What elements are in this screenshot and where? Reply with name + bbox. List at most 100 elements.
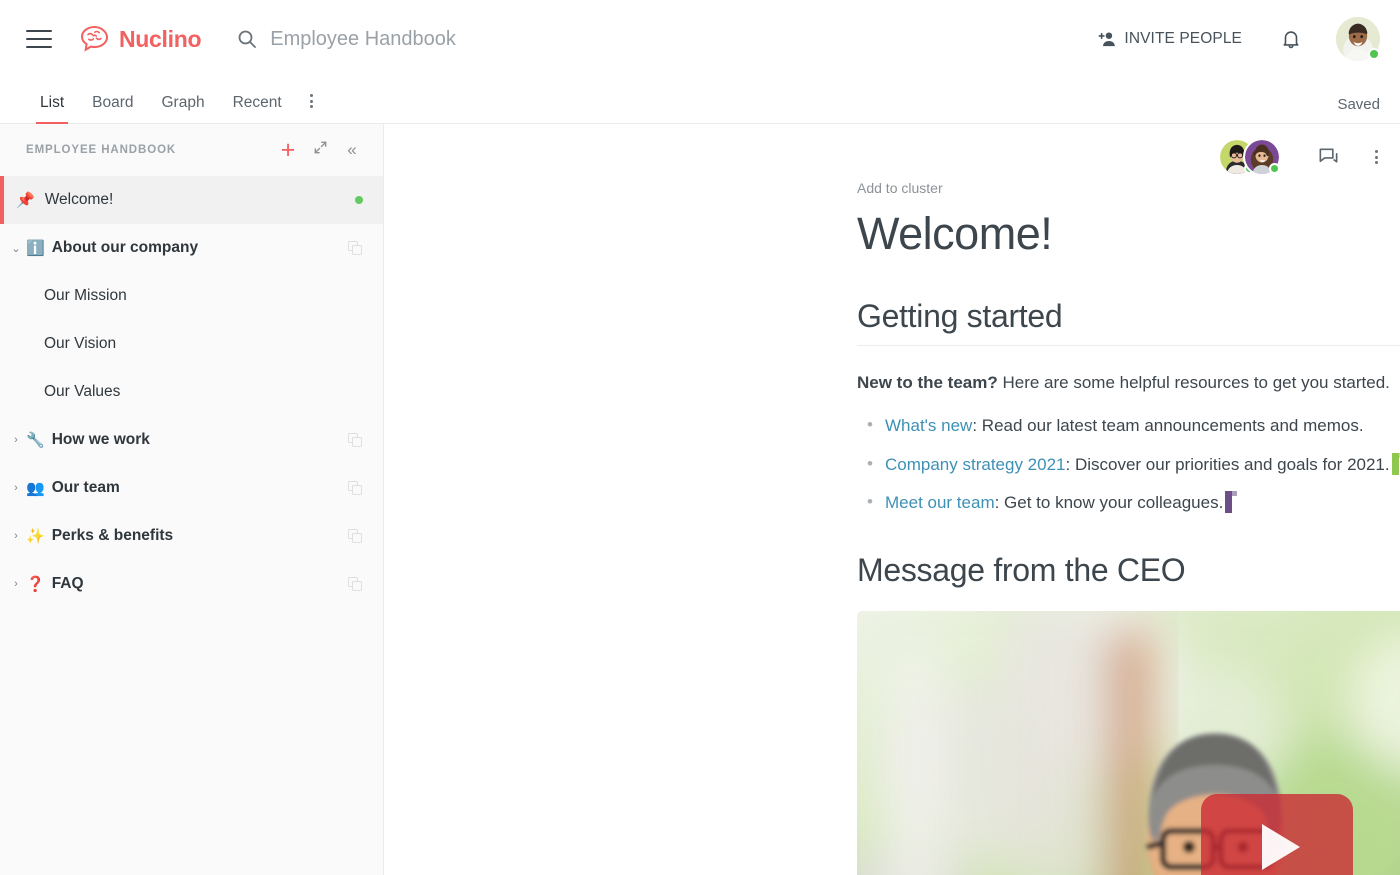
- sidebar-item-welcome[interactable]: 📌 Welcome!: [0, 176, 383, 224]
- cluster-icon: [348, 576, 363, 592]
- info-emoji-icon: ℹ️: [26, 239, 45, 257]
- sidebar-item-how-we-work[interactable]: › 🔧 How we work: [0, 416, 383, 464]
- intro-paragraph: New to the team? Here are some helpful r…: [857, 370, 1400, 396]
- play-button-icon[interactable]: [1201, 794, 1353, 875]
- cluster-icon: [348, 240, 363, 256]
- section-heading-getting-started: Getting started: [857, 298, 1400, 346]
- sidebar-item-label: Welcome!: [44, 191, 114, 208]
- user-avatar[interactable]: [1336, 17, 1380, 61]
- nuclino-logo[interactable]: Nuclino: [78, 25, 202, 53]
- list-item: Company strategy 2021: Discover our prio…: [857, 451, 1400, 478]
- expand-icon: [313, 140, 328, 160]
- link-whats-new[interactable]: What's new: [885, 416, 972, 435]
- document-toolbar: [1218, 138, 1382, 181]
- chevron-right-icon[interactable]: ›: [8, 578, 24, 590]
- sidebar-item-label: Perks & benefits: [51, 527, 174, 544]
- workspace-body: EMPLOYEE HANDBOOK + « 📌 Welcome! ⌄ ℹ️ Ab…: [0, 124, 1400, 875]
- sidebar-item-faq[interactable]: › ❓ FAQ: [0, 560, 383, 608]
- person-plus-icon: [1098, 30, 1117, 49]
- play-triangle: [1262, 824, 1300, 871]
- document-more-options-icon[interactable]: [1371, 146, 1382, 168]
- sidebar-item-label: Our Mission: [44, 287, 127, 304]
- collaborator-avatar-2[interactable]: [1243, 138, 1281, 176]
- sidebar-item-label: Our Values: [44, 383, 121, 400]
- brain-bubble-icon: [78, 25, 112, 53]
- cluster-icon: [348, 480, 363, 496]
- sidebar-item-our-vision[interactable]: Our Vision: [0, 320, 383, 368]
- sidebar-item-label: How we work: [51, 431, 150, 448]
- chevron-double-left-icon: «: [347, 140, 357, 159]
- sidebar-item-our-mission[interactable]: Our Mission: [0, 272, 383, 320]
- chevron-right-icon[interactable]: ›: [8, 482, 24, 494]
- cluster-icon: [348, 432, 363, 448]
- sidebar-item-perks-and-benefits[interactable]: › ✨ Perks & benefits: [0, 512, 383, 560]
- sidebar-item-label: About our company: [51, 239, 199, 256]
- search-value: Employee Handbook: [270, 27, 456, 50]
- page-title: Welcome!: [857, 208, 1053, 259]
- sidebar-item-indicator: [355, 196, 363, 204]
- tab-list[interactable]: List: [26, 94, 78, 124]
- collaborator-cursor-purple: [1225, 490, 1238, 513]
- hamburger-menu-icon[interactable]: [26, 30, 52, 48]
- wrench-emoji-icon: 🔧: [26, 431, 45, 449]
- sidebar-title: EMPLOYEE HANDBOOK: [26, 144, 177, 156]
- section-heading-message-from-the-ceo: Message from the CEO: [857, 552, 1186, 589]
- sidebar-item-label: Our Vision: [44, 335, 117, 352]
- status-dot-online: [1269, 163, 1280, 174]
- chevron-down-icon[interactable]: ⌄: [8, 242, 24, 255]
- tab-graph[interactable]: Graph: [148, 94, 219, 123]
- ceo-video-embed[interactable]: [857, 611, 1400, 875]
- sidebar-item-our-values[interactable]: Our Values: [0, 368, 383, 416]
- top-bar: Nuclino Employee Handbook INVITE PEOPLE: [0, 0, 1400, 78]
- search-icon: [237, 29, 257, 49]
- green-dot-icon: [355, 196, 363, 204]
- document-pane: Add to cluster Welcome! Getting started …: [384, 124, 1400, 875]
- sidebar-item-indicator: [348, 240, 363, 256]
- invite-people-label: INVITE PEOPLE: [1124, 30, 1242, 47]
- link-company-strategy-2021[interactable]: Company strategy 2021: [885, 455, 1066, 474]
- sidebar-item-label: FAQ: [51, 575, 84, 592]
- add-to-cluster-button[interactable]: Add to cluster: [857, 180, 1400, 196]
- pin-icon: 📌: [16, 192, 35, 209]
- search-input[interactable]: Employee Handbook: [237, 28, 1098, 51]
- chevron-right-icon[interactable]: ›: [8, 530, 24, 542]
- intro-bold-text: New to the team?: [857, 372, 998, 392]
- sidebar-item-indicator: [348, 576, 363, 592]
- tab-board[interactable]: Board: [78, 94, 147, 123]
- sidebar-item-our-team[interactable]: › 👥 Our team: [0, 464, 383, 512]
- invite-people-button[interactable]: INVITE PEOPLE: [1098, 30, 1242, 49]
- tab-more-options-icon[interactable]: [296, 94, 323, 123]
- intro-rest-text: Here are some helpful resources to get y…: [997, 372, 1390, 392]
- expand-button[interactable]: [307, 137, 333, 163]
- sparkles-emoji-icon: ✨: [26, 527, 45, 545]
- notifications-bell-icon[interactable]: [1280, 28, 1302, 50]
- nuclino-app: Nuclino Employee Handbook INVITE PEOPLE: [0, 0, 1400, 875]
- status-dot-online: [1368, 48, 1380, 60]
- document-content: Add to cluster Welcome! Getting started …: [384, 124, 1400, 875]
- cluster-icon: [348, 528, 363, 544]
- view-tab-bar: List Board Graph Recent Saved: [0, 78, 1400, 124]
- list-item-text: : Read our latest team announcements and…: [972, 416, 1364, 436]
- list-item-text: : Get to know your colleagues.: [994, 492, 1224, 512]
- chevron-right-icon[interactable]: ›: [8, 434, 24, 446]
- tab-recent[interactable]: Recent: [219, 94, 296, 123]
- sidebar-item-indicator: [348, 480, 363, 496]
- plus-icon: +: [280, 135, 296, 164]
- sidebar-item-about-our-company[interactable]: ⌄ ℹ️ About our company: [0, 224, 383, 272]
- brand-name: Nuclino: [119, 25, 202, 52]
- comments-icon[interactable]: [1317, 145, 1341, 169]
- sidebar-header: EMPLOYEE HANDBOOK + «: [0, 124, 383, 176]
- sidebar-item-indicator: [348, 432, 363, 448]
- add-item-button[interactable]: +: [275, 137, 301, 163]
- collaborator-cursor-green: [1391, 452, 1400, 475]
- sidebar-item-indicator: [348, 528, 363, 544]
- list-item-text: : Discover our priorities and goals for …: [1065, 454, 1390, 474]
- sidebar-item-label: Our team: [51, 479, 120, 496]
- sidebar: EMPLOYEE HANDBOOK + « 📌 Welcome! ⌄ ℹ️ Ab…: [0, 124, 384, 875]
- collapse-sidebar-button[interactable]: «: [339, 137, 365, 163]
- question-mark-emoji-icon: ❓: [26, 575, 45, 593]
- collaborators-avatars[interactable]: [1218, 138, 1281, 181]
- save-status: Saved: [1337, 96, 1380, 113]
- people-emoji-icon: 👥: [26, 479, 45, 497]
- link-meet-our-team[interactable]: Meet our team: [885, 493, 995, 512]
